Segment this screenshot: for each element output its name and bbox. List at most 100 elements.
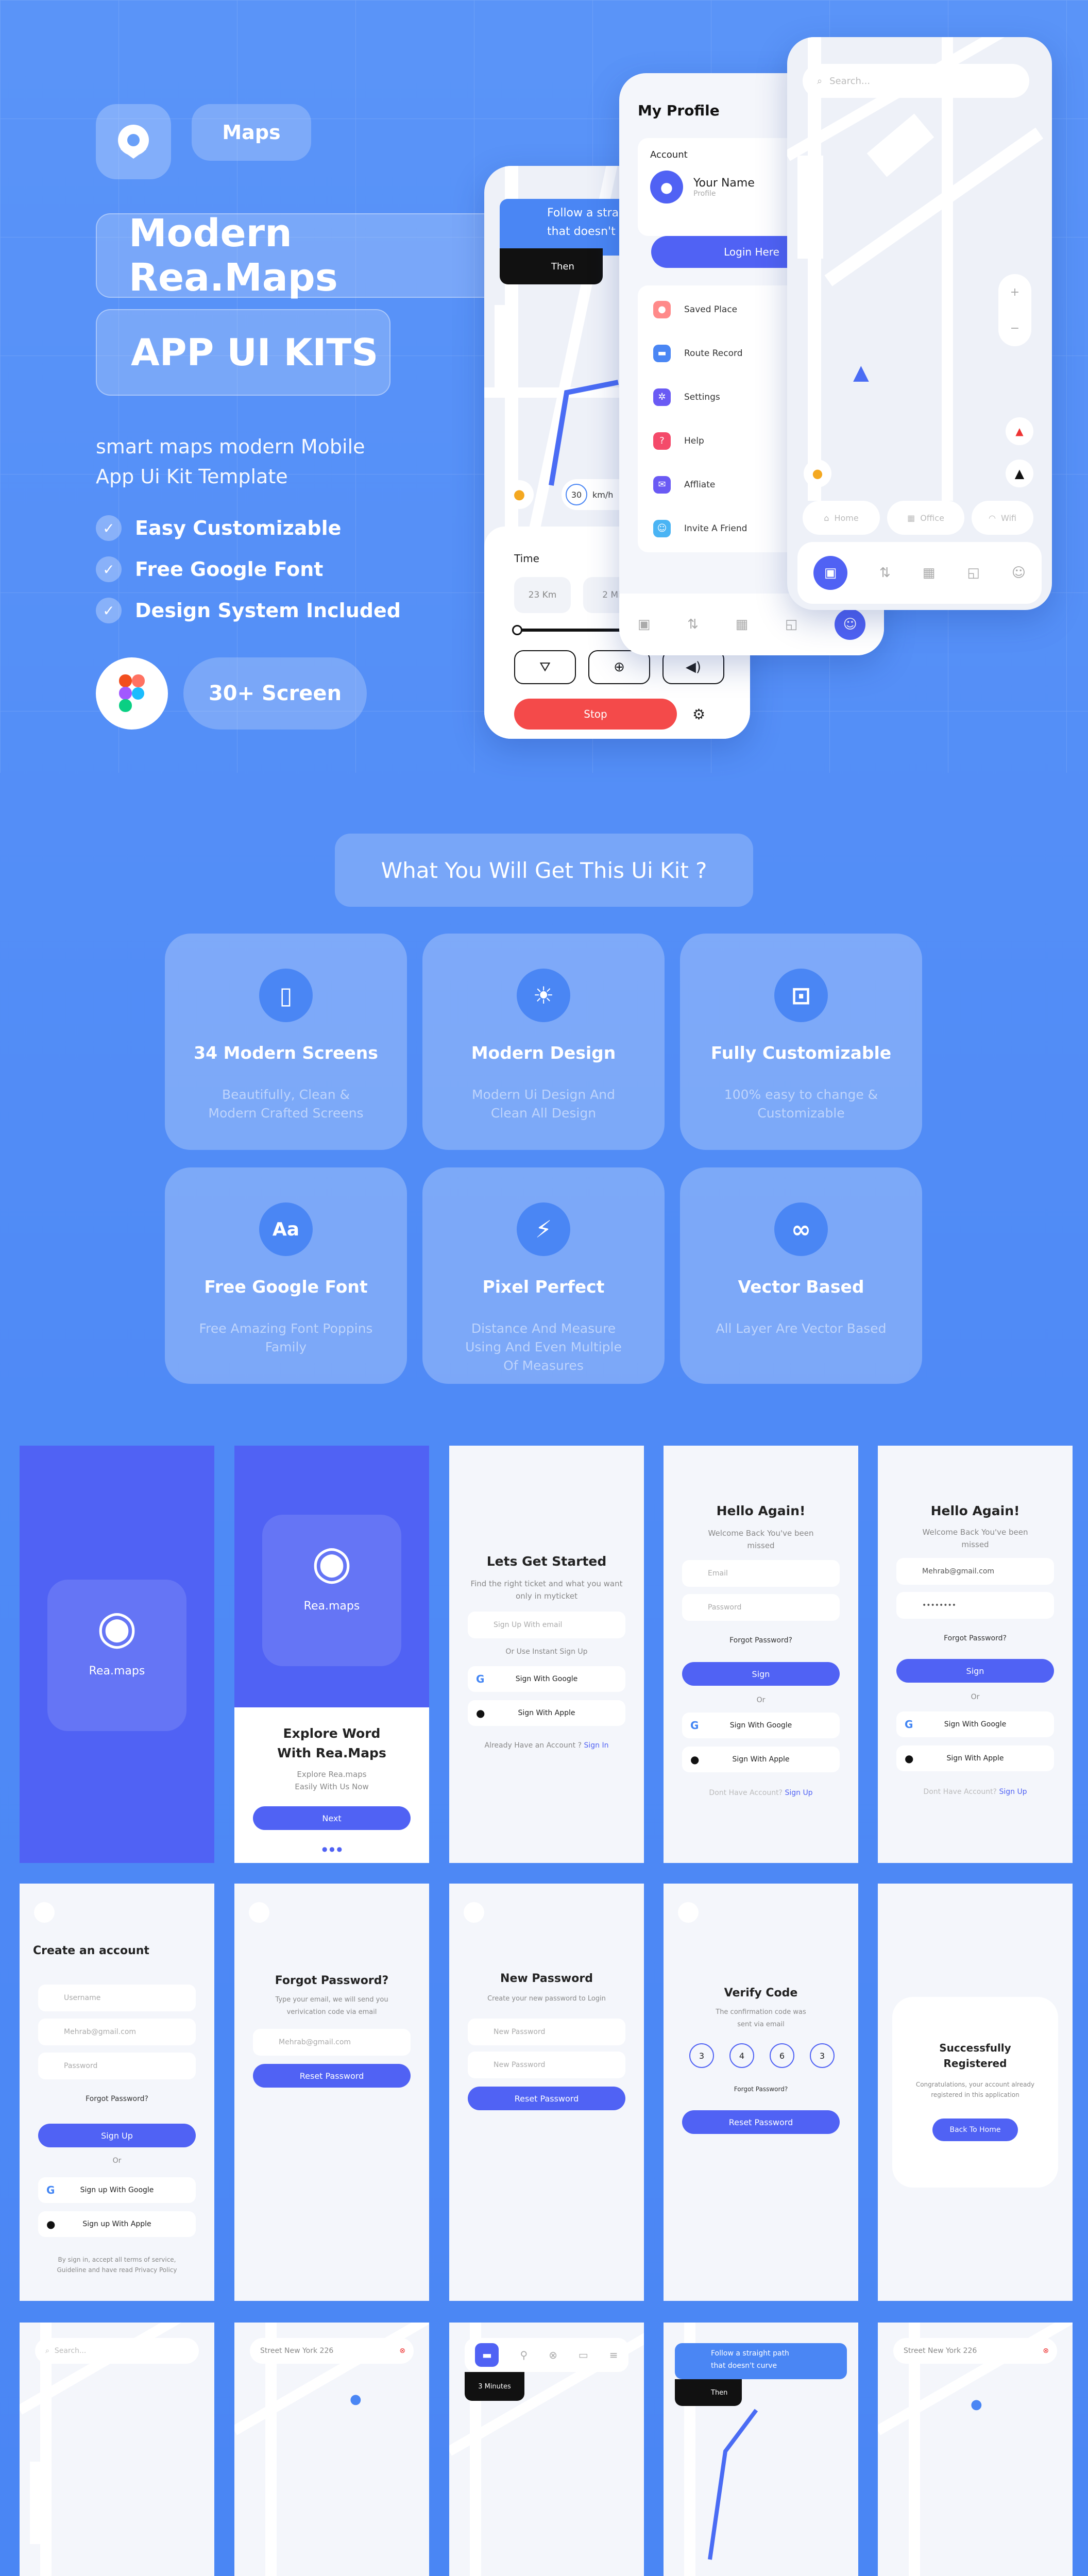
apple-button[interactable]: ● Sign With Apple	[896, 1745, 1054, 1771]
grid-tab-icon[interactable]: ▦	[923, 565, 936, 581]
screens-badge: 30+ Screen	[183, 657, 367, 730]
road-icon[interactable]: ⛛	[514, 650, 576, 684]
reset-password-button[interactable]: Reset Password	[468, 2087, 625, 2110]
feature-item: ✓ Design System Included	[96, 598, 401, 623]
close-icon[interactable]: ⊗	[399, 2347, 405, 2355]
new-password-field[interactable]: New Password	[468, 2019, 625, 2045]
walk-icon[interactable]: ⚲	[520, 2349, 528, 2361]
back-home-button[interactable]: Back To Home	[932, 2119, 1018, 2141]
screen-verify-code: Verify Code The confirmation code was se…	[664, 1884, 858, 2301]
grid-tab-icon[interactable]: ▦	[736, 617, 749, 632]
place-home[interactable]: ⌂ Home	[803, 501, 880, 535]
search-icon: ⌕	[45, 2347, 49, 2355]
maps-tag: Maps	[192, 104, 311, 161]
home-icon: ⌂	[824, 513, 829, 523]
vector-icon: ∞	[774, 1202, 828, 1256]
route-tab-icon[interactable]: ⇅	[687, 617, 699, 632]
profile-tab-icon[interactable]: ☺	[1012, 565, 1026, 581]
back-button[interactable]	[34, 1902, 55, 1923]
screen-splash: ◉ Rea.maps	[20, 1446, 214, 1863]
sign-up-link[interactable]: Sign Up	[785, 1789, 812, 1797]
place-office[interactable]: ▦ Office	[887, 501, 964, 535]
back-button[interactable]	[249, 1902, 269, 1923]
profile-tab-icon[interactable]: ☺	[835, 609, 866, 640]
google-button[interactable]: G Sign With Google	[896, 1711, 1054, 1737]
check-icon: ✓	[96, 556, 122, 582]
destination-bar[interactable]: Street New York 226 ⊗	[250, 2338, 414, 2364]
email-field[interactable]: Email	[682, 1560, 840, 1587]
feature-card-screens: ▯ 34 Modern Screens Beautifully, Clean &…	[165, 934, 407, 1150]
stop-button[interactable]: Stop	[514, 699, 677, 730]
car-icon[interactable]: ▬	[475, 2343, 499, 2367]
red-pin-icon: ▲	[1006, 417, 1033, 445]
sign-up-link[interactable]: Sign Up	[999, 1788, 1027, 1796]
distance-value: 23 Km	[514, 577, 571, 613]
forgot-link[interactable]: Forgot Password?	[878, 1634, 1073, 1642]
places-row: ⌂ Home ▦ Office ◠ Wifi	[803, 501, 1033, 535]
back-button[interactable]	[464, 1902, 484, 1923]
logo-pin-icon	[118, 125, 149, 159]
email-field[interactable]: Mehrab@gmail.com	[253, 2029, 411, 2056]
zoom-control[interactable]: + −	[998, 274, 1031, 346]
close-icon[interactable]: ⊗	[1043, 2347, 1049, 2355]
hero-title: Modern Rea.Maps	[96, 211, 500, 300]
code-inputs[interactable]: 3 4 6 3	[689, 2043, 835, 2068]
shapes-icon: ⊡	[774, 969, 828, 1022]
password-field[interactable]: ••••••••	[896, 1592, 1054, 1619]
avatar: ●	[650, 171, 683, 204]
destination-bar[interactable]: Street New York 226 ⊗	[893, 2338, 1057, 2364]
password-field[interactable]: Password	[38, 2053, 196, 2079]
reset-password-button[interactable]: Reset Password	[253, 2064, 411, 2088]
forgot-link[interactable]: Forgot Password?	[20, 2095, 214, 2103]
forgot-link[interactable]: Forgot Password?	[664, 1636, 858, 1645]
apple-button[interactable]: ● Sign up With Apple	[38, 2211, 196, 2237]
bus-icon[interactable]: ▭	[579, 2349, 588, 2361]
logo-pin-icon: ◉	[311, 1535, 352, 1589]
feature-card-pixel: ⚡ Pixel Perfect Distance And Measure Usi…	[422, 1167, 665, 1384]
email-field[interactable]: Mehrab@gmail.com	[896, 1558, 1054, 1585]
map-tabbar: ▣ ⇅ ▦ ◱ ☺	[797, 542, 1042, 604]
history-tab-icon[interactable]: ◱	[785, 617, 798, 632]
forgot-link[interactable]: Forgot Password?	[664, 2086, 858, 2093]
email-field[interactable]: Mehrab@gmail.com	[38, 2019, 196, 2045]
gear-icon: ✲	[653, 388, 671, 406]
place-wifi[interactable]: ◠ Wifi	[972, 501, 1033, 535]
locate-icon[interactable]: ▲	[1006, 460, 1033, 487]
google-button[interactable]: G Sign With Google	[468, 1666, 625, 1692]
back-button[interactable]	[678, 1902, 699, 1923]
filter-icon[interactable]: ⚙	[692, 706, 705, 723]
sign-in-link[interactable]: Sign In	[584, 1741, 608, 1750]
next-button[interactable]: Next	[253, 1806, 411, 1830]
train-icon[interactable]: ≡	[609, 2349, 618, 2361]
apple-button[interactable]: ● Sign With Apple	[468, 1700, 625, 1726]
username-field[interactable]: Username	[38, 1985, 196, 2011]
screen-map-navigation: Follow a straight path that doesn't curv…	[664, 2323, 858, 2576]
route-tab-icon[interactable]: ⇅	[879, 565, 891, 581]
help-icon: ?	[653, 432, 671, 450]
font-icon: Aa	[259, 1202, 313, 1256]
sign-up-button[interactable]: Sign Up	[38, 2124, 196, 2147]
google-button[interactable]: G Sign up With Google	[38, 2177, 196, 2203]
feature-card-font: Aa Free Google Font Free Amazing Font Po…	[165, 1167, 407, 1384]
history-tab-icon[interactable]: ◱	[967, 565, 980, 581]
hero-subtitle-text: APP UI KITS	[131, 331, 379, 374]
sign-button[interactable]: Sign	[682, 1662, 840, 1686]
apple-icon: ●	[46, 2218, 56, 2230]
confirm-password-field[interactable]: New Password	[468, 2052, 625, 2078]
logo-pin-icon: ◉	[96, 1600, 138, 1654]
map-tab-icon[interactable]: ▣	[813, 556, 847, 590]
map-tab-icon[interactable]: ▣	[638, 617, 651, 632]
signup-email-input[interactable]: Sign Up With email	[468, 1612, 625, 1638]
wifi-icon: ◠	[989, 513, 996, 523]
search-bar[interactable]: ⌕ Search...	[803, 64, 1029, 98]
sign-button[interactable]: Sign	[896, 1659, 1054, 1683]
bike-icon[interactable]: ⊗	[549, 2349, 557, 2361]
figma-logo	[96, 657, 168, 730]
search-bar[interactable]: ⌕ Search...	[35, 2338, 199, 2364]
feature-card-vector: ∞ Vector Based All Layer Are Vector Base…	[680, 1167, 922, 1384]
password-field[interactable]: Password	[682, 1594, 840, 1621]
reset-password-button[interactable]: Reset Password	[682, 2110, 840, 2134]
google-button[interactable]: G Sign With Google	[682, 1713, 840, 1738]
phone-icon: ▯	[259, 969, 313, 1022]
apple-button[interactable]: ● Sign With Apple	[682, 1747, 840, 1772]
